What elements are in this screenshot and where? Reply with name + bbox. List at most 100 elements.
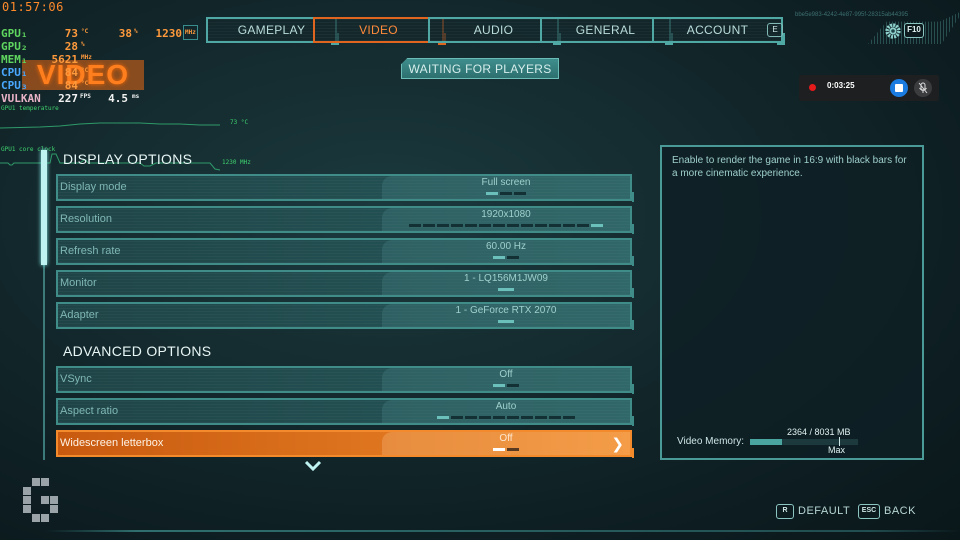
option-segment — [535, 224, 547, 227]
option-segment — [493, 224, 505, 227]
option-segment — [437, 224, 449, 227]
settings-key-hint[interactable]: F10 — [904, 23, 924, 38]
default-button[interactable]: R DEFAULT — [776, 503, 850, 519]
option-segments — [382, 256, 630, 259]
option-segments — [382, 384, 630, 387]
hud-label: CPU₁ — [1, 66, 28, 79]
hud-row-mem: MEM₁ 5621 MHz — [0, 53, 200, 66]
option-label: Display mode — [60, 181, 127, 193]
back-button[interactable]: ESC BACK — [858, 503, 916, 519]
option-value-box: Auto — [382, 400, 630, 423]
option-value: Auto — [495, 401, 517, 412]
option-value-box: Off — [382, 432, 630, 455]
section-title-advanced: ADVANCED OPTIONS — [63, 343, 212, 359]
option-segment — [493, 384, 505, 387]
game-logo-icon — [0, 460, 80, 530]
option-resolution[interactable]: Resolution 1920x1080 — [56, 206, 634, 234]
option-display-mode[interactable]: Display mode Full screen — [56, 174, 634, 202]
graph-gpu-temp-line — [0, 122, 220, 129]
option-aspect-ratio[interactable]: Aspect ratio Auto — [56, 398, 634, 426]
option-refresh-rate[interactable]: Refresh rate 60.00 Hz — [56, 238, 634, 266]
option-segment — [465, 416, 477, 419]
stop-recording-button[interactable] — [890, 79, 908, 97]
option-segments — [382, 448, 630, 451]
option-segment — [591, 224, 603, 227]
hud-value: 28 — [64, 40, 78, 53]
option-value-box: 1920x1080 — [382, 208, 630, 231]
recording-time: 0:03:25 — [827, 81, 855, 90]
option-segment — [493, 256, 505, 259]
option-segment — [521, 224, 533, 227]
option-segment — [514, 192, 526, 195]
option-segment — [498, 288, 514, 291]
hud-unit: % — [134, 28, 138, 35]
hud-unit: ms — [132, 93, 140, 100]
option-segment — [507, 224, 519, 227]
option-segments — [382, 320, 630, 323]
option-value: 1 - GeForce RTX 2070 — [455, 305, 557, 316]
default-key-hint: R — [776, 503, 794, 519]
gear-icon[interactable] — [884, 22, 902, 40]
option-label: Aspect ratio — [60, 405, 119, 417]
option-value: 60.00 Hz — [485, 241, 527, 252]
next-tab-key-hint[interactable]: E — [767, 23, 783, 37]
option-segments — [382, 224, 630, 227]
tab-video[interactable]: VIDEO — [313, 17, 446, 45]
mic-off-icon — [918, 82, 928, 94]
option-segment — [507, 416, 519, 419]
option-adapter[interactable]: Adapter 1 - GeForce RTX 2070 — [56, 302, 634, 330]
option-segment — [549, 416, 561, 419]
option-segment — [521, 416, 533, 419]
option-segment — [507, 256, 519, 259]
hud-value: 1230 — [155, 27, 183, 40]
option-value-box: Off — [382, 368, 630, 391]
option-segment — [451, 416, 463, 419]
hud-clock: 01:57:06 — [2, 0, 64, 14]
graph-gpu-temp-label: GPU1 temperature — [1, 105, 59, 112]
option-value: Off — [499, 369, 513, 380]
option-segment — [577, 224, 589, 227]
option-segment — [507, 384, 519, 387]
option-value: 1920x1080 — [481, 209, 531, 220]
hud-label: MEM₁ — [1, 53, 28, 66]
hud-label: CPU₃ — [1, 79, 28, 92]
option-segment — [479, 416, 491, 419]
option-segment — [423, 224, 435, 227]
video-memory-bar-fill — [750, 439, 782, 445]
chevron-down-icon[interactable] — [303, 459, 323, 473]
hud-value: 84 — [64, 66, 78, 79]
option-value-box: Full screen — [382, 176, 630, 199]
option-label: Adapter — [60, 309, 99, 321]
default-label: DEFAULT — [798, 505, 851, 517]
option-segment — [549, 224, 561, 227]
session-id: bbe5e983-4242-4e87-995f-28315ab44395 — [795, 12, 909, 18]
hud-value: 4.5 — [108, 92, 128, 105]
scrollbar-thumb[interactable] — [41, 150, 47, 265]
option-widescreen-letterbox[interactable]: Widescreen letterbox Off ❯ — [56, 430, 634, 458]
option-vsync[interactable]: VSync Off — [56, 366, 634, 394]
option-segments — [382, 288, 630, 291]
option-monitor[interactable]: Monitor 1 - LQ156M1JW09 — [56, 270, 634, 298]
back-label: BACK — [884, 505, 916, 517]
hud-value: 84 — [64, 79, 78, 92]
option-value-box: 1 - LQ156M1JW09 — [382, 272, 630, 295]
hud-label: GPU₁ — [1, 27, 28, 40]
recording-bar: 0:03:25 — [799, 75, 939, 101]
hud-label: VULKAN — [1, 92, 41, 105]
hud-unit: FPS — [80, 93, 91, 100]
option-segment — [409, 224, 421, 227]
option-value: 1 - LQ156M1JW09 — [464, 273, 548, 284]
hud-value: 5621 — [51, 53, 79, 66]
option-label: Resolution — [60, 213, 112, 225]
tab-account[interactable]: ACCOUNT — [652, 17, 785, 45]
mic-muted-button[interactable] — [914, 79, 932, 97]
hud-unit: °C — [81, 80, 89, 87]
option-segment — [563, 416, 575, 419]
graph-gpu-temp-value: 73 °C — [230, 119, 249, 126]
option-segment — [451, 224, 463, 227]
hud-row-cpu3: CPU₃ 84 °C — [0, 79, 200, 92]
option-segment — [493, 448, 505, 451]
option-label: VSync — [60, 373, 92, 385]
chevron-right-icon[interactable]: ❯ — [611, 435, 624, 453]
video-memory-label: Video Memory: — [677, 436, 745, 447]
